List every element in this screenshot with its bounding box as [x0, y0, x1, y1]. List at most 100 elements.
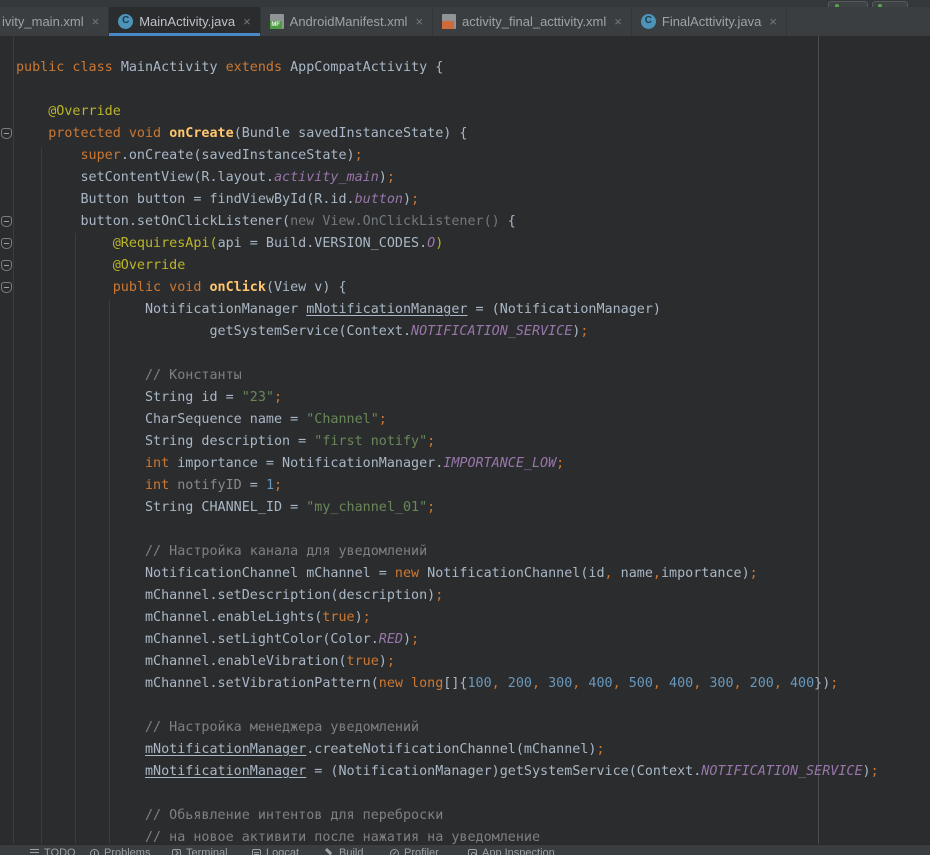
token	[16, 280, 113, 295]
fold-collapse-icon[interactable]	[1, 282, 12, 293]
fold-collapse-icon[interactable]	[1, 260, 12, 271]
tab-androidmanifest-xml[interactable]: AndroidManifest.xml×	[261, 7, 433, 36]
code-line-1[interactable]: public class MainActivity extends AppCom…	[16, 57, 879, 79]
code-line-24[interactable]: NotificationChannel mChannel = new Notif…	[16, 563, 879, 585]
code-line-8[interactable]: button.setOnClickListener(new View.OnCli…	[16, 211, 879, 233]
token: )	[435, 236, 443, 251]
token: MainActivity	[121, 60, 226, 75]
tab-ivity-main-xml[interactable]: ivity_main.xml×	[0, 7, 109, 36]
token: NOTIFICATION_SERVICE	[411, 324, 572, 339]
token: @Override	[48, 104, 121, 119]
code-line-6[interactable]: setContentView(R.layout.activity_main);	[16, 167, 879, 189]
token: ,	[653, 566, 661, 581]
toolwindow-button-problems[interactable]: Problems	[90, 847, 150, 855]
token: 400	[669, 676, 693, 691]
token: ;	[379, 412, 387, 427]
code-line-34[interactable]	[16, 783, 879, 805]
close-icon[interactable]: ×	[90, 15, 100, 28]
tab-activity-final-acttivity-xml[interactable]: activity_final_acttivity.xml ×	[433, 7, 632, 36]
token: ;	[274, 390, 282, 405]
close-icon[interactable]: ×	[413, 15, 423, 28]
code-line-30[interactable]	[16, 695, 879, 717]
token: =	[242, 478, 266, 493]
fold-collapse-icon[interactable]	[1, 128, 12, 139]
code-line-29[interactable]: mChannel.setVibrationPattern(new long[]{…	[16, 673, 879, 695]
code-line-23[interactable]: // Настройка канала для уведомлений	[16, 541, 879, 563]
code-line-15[interactable]: // Константы	[16, 365, 879, 387]
code-line-7[interactable]: Button button = findViewById(R.id.button…	[16, 189, 879, 211]
token: activity_main	[274, 170, 379, 185]
token: "23"	[242, 390, 274, 405]
class-icon	[118, 14, 133, 29]
toolwindow-button-app-inspection[interactable]: App Inspection	[468, 847, 555, 855]
code-line-31[interactable]: // Настройка менеджера уведомлений	[16, 717, 879, 739]
class-icon	[641, 14, 656, 29]
toolwindow-button-profiler[interactable]: Profiler	[390, 847, 439, 855]
token: ;	[411, 632, 419, 647]
code-line-32[interactable]: mNotificationManager.createNotificationC…	[16, 739, 879, 761]
token: true	[347, 654, 379, 669]
token: ;	[427, 434, 435, 449]
layout-file-icon	[442, 14, 456, 29]
close-icon[interactable]: ×	[241, 15, 251, 28]
code-line-9[interactable]: @RequiresApi(api = Build.VERSION_CODES.O…	[16, 233, 879, 255]
code-editor[interactable]: public class MainActivity extends AppCom…	[0, 36, 930, 844]
code-line-18[interactable]: String description = "first notify";	[16, 431, 879, 453]
token: new View.OnClickListener()	[290, 214, 500, 229]
code-line-36[interactable]: // на новое активити после нажатия на ув…	[16, 827, 879, 844]
code-line-13[interactable]: getSystemService(Context.NOTIFICATION_SE…	[16, 321, 879, 343]
token: ;	[580, 324, 588, 339]
code-line-20[interactable]: int notifyID = 1;	[16, 475, 879, 497]
code-line-33[interactable]: mNotificationManager = (NotificationMana…	[16, 761, 879, 783]
toolwindow-label: Profiler	[404, 847, 439, 855]
token: 200	[508, 676, 532, 691]
code-line-28[interactable]: mChannel.enableVibration(true);	[16, 651, 879, 673]
code-line-14[interactable]	[16, 343, 879, 365]
code-line-12[interactable]: NotificationManager mNotificationManager…	[16, 299, 879, 321]
token: button	[355, 192, 403, 207]
token: NotificationChannel(id	[419, 566, 604, 581]
code-line-21[interactable]: String CHANNEL_ID = "my_channel_01";	[16, 497, 879, 519]
code-line-3[interactable]: @Override	[16, 101, 879, 123]
code-line-4[interactable]: protected void onCreate(Bundle savedInst…	[16, 123, 879, 145]
token: })	[814, 676, 830, 691]
code-line-35[interactable]: // Обьявление интентов для переброски	[16, 805, 879, 827]
token	[16, 126, 48, 141]
token: String CHANNEL_ID =	[16, 500, 306, 515]
tab-finalacttivity-java[interactable]: FinalActtivity.java ×	[632, 7, 787, 36]
fold-collapse-icon[interactable]	[1, 238, 12, 249]
token: api = Build.VERSION_CODES.	[218, 236, 428, 251]
close-icon[interactable]: ×	[767, 15, 777, 28]
token: "first notify"	[314, 434, 427, 449]
toolwindow-button-logcat[interactable]: Logcat	[252, 847, 299, 855]
code-line-26[interactable]: mChannel.enableLights(true);	[16, 607, 879, 629]
token	[16, 808, 145, 823]
tab-mainactivity-java[interactable]: MainActivity.java×	[109, 7, 260, 36]
editor-tab-bar: ivity_main.xml×MainActivity.java×Android…	[0, 7, 930, 36]
token: CharSequence name =	[16, 412, 306, 427]
token: AppCompatActivity {	[290, 60, 443, 75]
code-line-19[interactable]: int importance = NotificationManager.IMP…	[16, 453, 879, 475]
profiler-icon	[390, 849, 399, 855]
tab-label: FinalActtivity.java	[662, 14, 761, 29]
fold-collapse-icon[interactable]	[1, 216, 12, 227]
code-line-25[interactable]: mChannel.setDescription(description);	[16, 585, 879, 607]
token: 300	[548, 676, 572, 691]
code-line-27[interactable]: mChannel.setLightColor(Color.RED);	[16, 629, 879, 651]
tab-label: activity_final_acttivity.xml	[462, 14, 606, 29]
token: ;	[750, 566, 758, 581]
code-line-16[interactable]: String id = "23";	[16, 387, 879, 409]
code-line-2[interactable]	[16, 79, 879, 101]
toolwindow-button-terminal[interactable]: Terminal	[172, 847, 228, 855]
token: @Override	[113, 258, 186, 273]
code-line-17[interactable]: CharSequence name = "Channel";	[16, 409, 879, 431]
code-line-10[interactable]: @Override	[16, 255, 879, 277]
code-area[interactable]: public class MainActivity extends AppCom…	[16, 57, 879, 844]
code-line-22[interactable]	[16, 519, 879, 541]
code-line-11[interactable]: public void onClick(View v) {	[16, 277, 879, 299]
token: ;	[596, 742, 604, 757]
code-line-5[interactable]: super.onCreate(savedInstanceState);	[16, 145, 879, 167]
toolwindow-button-todo[interactable]: TODO	[30, 847, 76, 855]
toolwindow-button-build[interactable]: Build	[325, 847, 363, 855]
close-icon[interactable]: ×	[612, 15, 622, 28]
